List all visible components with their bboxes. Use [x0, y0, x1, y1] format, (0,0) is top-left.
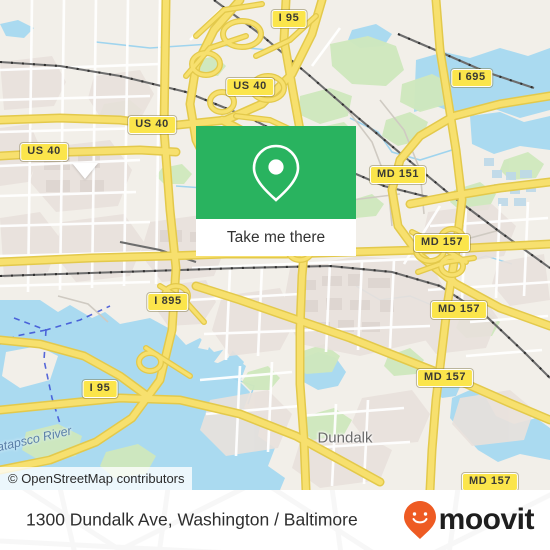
osm-attribution[interactable]: © OpenStreetMap contributors	[0, 467, 192, 490]
footer-bar: 1300 Dundalk Ave, Washington / Baltimore…	[0, 490, 550, 550]
take-me-there-label: Take me there	[226, 228, 326, 246]
place-label-dundalk: Dundalk	[317, 429, 373, 447]
take-me-there-button[interactable]: Take me there	[196, 219, 356, 256]
road-shield: US 40	[226, 78, 274, 96]
road-shield: I 695	[451, 69, 493, 87]
moovit-pin-icon	[403, 501, 436, 539]
road-shield: MD 157	[416, 369, 474, 387]
callout-header	[196, 126, 356, 219]
road-shield: I 895	[147, 293, 189, 311]
location-callout[interactable]: Take me there	[196, 126, 356, 256]
callout-pointer	[72, 163, 98, 179]
address-title: 1300 Dundalk Ave, Washington / Baltimore	[26, 509, 358, 530]
road-shield: I 95	[271, 10, 307, 28]
road-shield: I 95	[82, 380, 118, 398]
map-pin-icon	[252, 144, 300, 202]
map-page: I 95 US 40 I 695 US 40 US 40 MD 151 MD 1…	[0, 0, 550, 550]
road-shield: US 40	[128, 116, 176, 134]
road-shield: US 40	[20, 143, 68, 161]
road-shield: MD 157	[430, 301, 488, 319]
road-shield: MD 157	[461, 473, 519, 490]
moovit-wordmark: moovit	[438, 503, 535, 536]
road-shield: MD 151	[369, 166, 427, 184]
road-shield: MD 157	[413, 234, 471, 252]
moovit-logo[interactable]: moovit	[403, 500, 535, 540]
